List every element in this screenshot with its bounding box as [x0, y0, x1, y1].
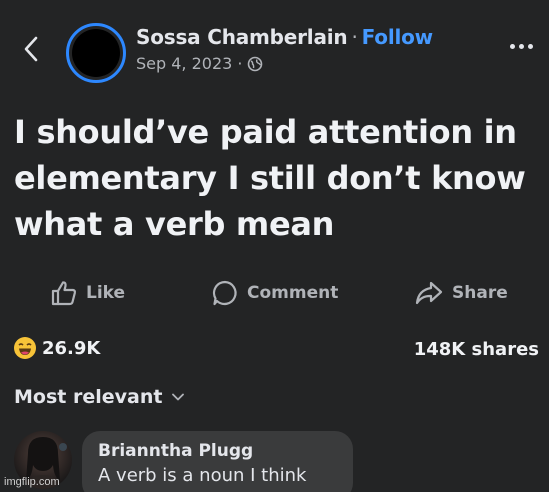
share-count[interactable]: 148K shares [414, 339, 539, 360]
avatar-image [72, 29, 120, 77]
watermark: imgflip.com [4, 476, 60, 488]
author-row: Sossa Chamberlain · Follow [136, 25, 433, 49]
comment-sort-dropdown[interactable]: Most relevant [14, 386, 185, 408]
author-avatar[interactable] [66, 23, 126, 83]
share-icon [415, 281, 443, 305]
separator-dot: · [351, 25, 358, 49]
comment-icon [212, 280, 237, 306]
globe-icon [248, 56, 263, 71]
comment-author[interactable]: Brianntha Plugg [98, 441, 337, 461]
reaction-summary[interactable]: 26.9K [14, 337, 100, 359]
sort-label: Most relevant [14, 386, 163, 408]
dot-icon [519, 44, 524, 49]
dot-icon [528, 44, 533, 49]
comment-text: A verb is a noun I think [98, 465, 307, 486]
like-label: Like [86, 283, 126, 303]
post-date[interactable]: Sep 4, 2023 [136, 54, 232, 73]
comment-button[interactable]: Comment [211, 276, 338, 310]
share-label: Share [452, 283, 508, 303]
dot-icon [510, 44, 515, 49]
author-name[interactable]: Sossa Chamberlain [136, 25, 348, 49]
action-bar: Like Comment Share [0, 276, 549, 310]
follow-button[interactable]: Follow [362, 25, 434, 49]
chevron-down-icon [172, 393, 185, 401]
like-button[interactable]: Like [50, 276, 125, 310]
comment-bubble[interactable]: Brianntha Plugg A verb is a noun I think [82, 431, 353, 492]
back-button[interactable] [18, 32, 44, 66]
thumbs-up-icon [51, 281, 77, 306]
meta-separator: · [237, 54, 243, 73]
post-meta: Sep 4, 2023 · [136, 54, 263, 73]
post-text: I should’ve paid attention in elementary… [14, 113, 526, 243]
laughing-emoji-icon [14, 337, 36, 359]
comment-label: Comment [247, 283, 339, 303]
reaction-count: 26.9K [42, 337, 101, 359]
more-options-button[interactable] [510, 44, 533, 49]
chevron-left-icon [24, 36, 38, 62]
share-button[interactable]: Share [414, 276, 508, 310]
